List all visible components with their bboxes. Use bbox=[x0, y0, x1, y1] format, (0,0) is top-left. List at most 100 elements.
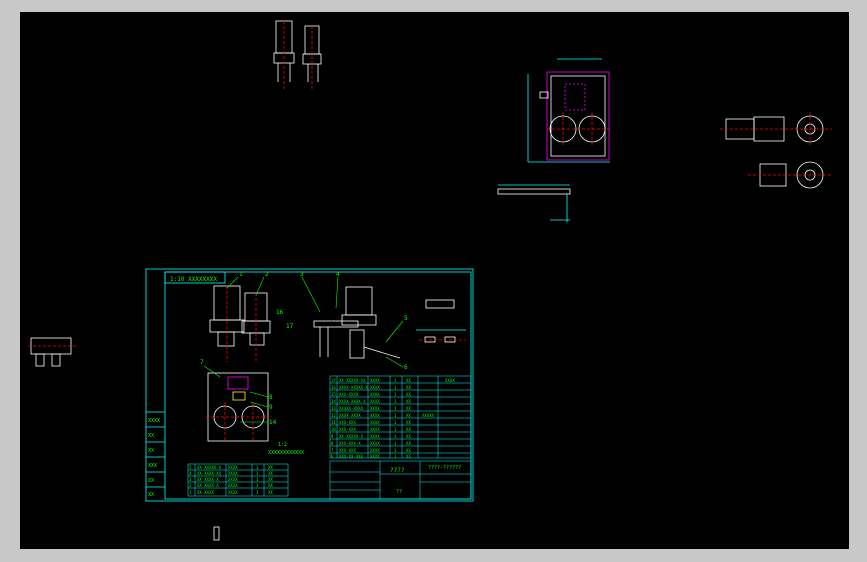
callout-4: 4 bbox=[336, 271, 340, 278]
svg-text:XXX-XXXX: XXX-XXXX bbox=[339, 392, 359, 397]
mounting-plate-view bbox=[527, 58, 610, 163]
svg-text:XXXX: XXXX bbox=[370, 434, 380, 439]
bom-row: 3 XX-XXXX-X XXXX 1 XX bbox=[189, 477, 273, 482]
plate-assembly-sheet bbox=[206, 372, 272, 442]
bom-row: 17 XX-XXXXX-XX XXXX 1 XX XXXX bbox=[331, 378, 455, 383]
svg-text:XXXX: XXXX bbox=[370, 448, 380, 453]
svg-text:5: 5 bbox=[189, 465, 192, 470]
motor-pair-top bbox=[273, 20, 322, 90]
svg-text:2: 2 bbox=[189, 483, 192, 488]
svg-text:1: 1 bbox=[256, 471, 259, 476]
scale-note: 1:2 bbox=[278, 442, 287, 448]
callout-3: 3 bbox=[300, 271, 304, 278]
svg-text:13: 13 bbox=[331, 406, 336, 411]
svg-text:16: 16 bbox=[331, 385, 336, 390]
side-label: XXXX bbox=[148, 418, 160, 424]
svg-text:XX: XX bbox=[268, 465, 273, 470]
svg-text:1: 1 bbox=[189, 490, 192, 495]
bom-row: 9 XX-XXXXX-X XXXX 1 XX bbox=[331, 434, 411, 439]
svg-text:17: 17 bbox=[331, 378, 336, 383]
motor-side-view-right bbox=[720, 112, 832, 189]
svg-text:XX: XX bbox=[268, 477, 273, 482]
callout-1: 1 bbox=[239, 271, 243, 278]
svg-text:4: 4 bbox=[189, 471, 192, 476]
svg-text:XXXX: XXXX bbox=[370, 441, 380, 446]
callout-17: 17 bbox=[286, 323, 294, 330]
svg-text:8: 8 bbox=[331, 441, 334, 446]
svg-text:XXX-XXX: XXX-XXX bbox=[339, 427, 356, 432]
svg-text:XXXXX: XXXXX bbox=[422, 413, 435, 418]
svg-text:1: 1 bbox=[394, 378, 397, 383]
svg-text:15: 15 bbox=[331, 392, 336, 397]
svg-text:1: 1 bbox=[394, 427, 397, 432]
svg-text:XX: XX bbox=[406, 413, 411, 418]
bom-row: 8 XXX-XXX-X XXXX 1 XX bbox=[331, 441, 411, 446]
side-label: XX bbox=[148, 478, 154, 484]
svg-text:XXXX: XXXX bbox=[370, 454, 380, 459]
svg-text:1: 1 bbox=[256, 490, 259, 495]
svg-text:1: 1 bbox=[394, 406, 397, 411]
svg-text:XXXX: XXXX bbox=[370, 406, 380, 411]
svg-text:XX-XXXX-X: XX-XXXX-X bbox=[197, 483, 219, 488]
svg-text:10: 10 bbox=[331, 427, 336, 432]
svg-text:1: 1 bbox=[394, 441, 397, 446]
svg-text:XX: XX bbox=[406, 385, 411, 390]
callout-16: 16 bbox=[276, 309, 284, 316]
bom-row: 2 XX-XXXX-X XXXX 1 XX bbox=[189, 483, 273, 488]
side-label: XX bbox=[148, 492, 154, 498]
bom-row: 4 XX-XXXX-XX XXXX 1 XX bbox=[189, 471, 273, 476]
svg-text:XX-XXXXX-X: XX-XXXXX-X bbox=[197, 465, 222, 470]
sheet-title-label: 1:10 XXXXXXXX bbox=[170, 276, 217, 283]
bom-row: 15 XXX-XXXX XXXX 1 XX bbox=[331, 392, 411, 397]
svg-text:XX: XX bbox=[406, 406, 411, 411]
callout-2: 2 bbox=[265, 271, 269, 278]
side-label: XX bbox=[148, 433, 154, 439]
svg-text:XXXX: XXXX bbox=[228, 490, 238, 495]
svg-text:XX: XX bbox=[406, 427, 411, 432]
callout-14: 14 bbox=[269, 419, 277, 426]
bom-row: 7 XXX-XXX XXXX 1 XX bbox=[331, 448, 411, 453]
svg-text:XX-XXXX-X: XX-XXXX-X bbox=[197, 477, 219, 482]
side-label: XX bbox=[148, 448, 154, 454]
svg-text:1: 1 bbox=[256, 477, 259, 482]
callout-5: 5 bbox=[404, 315, 408, 322]
svg-text:XX: XX bbox=[406, 399, 411, 404]
svg-text:XXXXX-XXXX: XXXXX-XXXX bbox=[339, 406, 364, 411]
svg-text:XXXX-XXXXX-X: XXXX-XXXXX-X bbox=[339, 385, 368, 390]
svg-text:XXXX: XXXX bbox=[370, 399, 380, 404]
svg-text:XXXX: XXXX bbox=[228, 477, 238, 482]
bom-row: 16 XXXX-XXXXX-X XXXX 1 XX bbox=[331, 385, 411, 390]
section-bar bbox=[497, 184, 571, 222]
svg-text:XXXX: XXXX bbox=[228, 483, 238, 488]
svg-text:XXXX: XXXX bbox=[370, 427, 380, 432]
svg-text:XXXX-XXXX-X: XXXX-XXXX-X bbox=[339, 399, 366, 404]
svg-text:XXX-XXX: XXX-XXX bbox=[339, 448, 356, 453]
svg-text:1: 1 bbox=[394, 392, 397, 397]
bom-rows-lower: 5 XX-XXXXX-X XXXX 1 XX 4 XX-XXXX-XX XXXX… bbox=[189, 465, 273, 495]
side-labels: XXXX XX XX XXX XX XX bbox=[148, 418, 160, 498]
small-part-bottom bbox=[213, 526, 220, 541]
svg-text:XXXX-XXXX: XXXX-XXXX bbox=[339, 413, 361, 418]
svg-text:12: 12 bbox=[331, 413, 336, 418]
cad-drawing-canvas[interactable]: 1:10 XXXXXXXX XXXX XX XX XXX XX XX 1 2 3… bbox=[20, 12, 849, 549]
svg-text:3: 3 bbox=[189, 477, 192, 482]
svg-text:XX: XX bbox=[268, 490, 273, 495]
callout-9: 9 bbox=[269, 404, 273, 411]
svg-text:XXXX: XXXX bbox=[445, 378, 455, 383]
svg-text:1: 1 bbox=[394, 420, 397, 425]
callout-6: 6 bbox=[404, 364, 408, 371]
svg-text:XXX-XX-XXX: XXX-XX-XXX bbox=[339, 454, 364, 459]
svg-text:XX-XXXXX-XX: XX-XXXXX-XX bbox=[339, 378, 366, 383]
svg-text:1: 1 bbox=[394, 434, 397, 439]
motor-assembly-sheet bbox=[209, 285, 401, 362]
side-label: XXX bbox=[148, 463, 157, 469]
svg-text:XX: XX bbox=[406, 420, 411, 425]
svg-text:1: 1 bbox=[394, 399, 397, 404]
svg-text:XX-XXXX: XX-XXXX bbox=[197, 490, 214, 495]
bom-row: 12 XXXX-XXXX XXXX 1 XX XXXXX bbox=[331, 413, 435, 418]
svg-text:XX: XX bbox=[406, 392, 411, 397]
svg-text:XXXX: XXXX bbox=[228, 471, 238, 476]
svg-text:XXX-XXX-X: XXX-XXX-X bbox=[339, 441, 361, 446]
svg-text:XXXX: XXXX bbox=[228, 465, 238, 470]
svg-text:XX: XX bbox=[406, 454, 411, 459]
